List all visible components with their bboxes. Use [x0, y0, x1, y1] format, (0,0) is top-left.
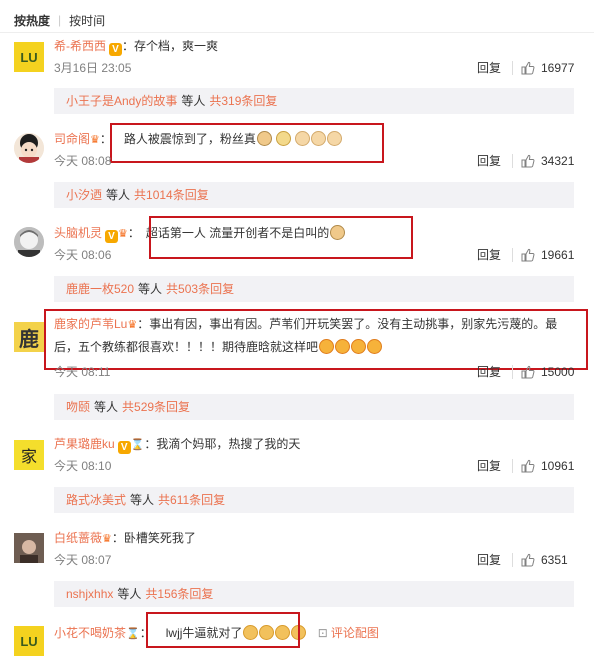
- highlight-box: [44, 309, 588, 370]
- avatar[interactable]: LU: [14, 42, 44, 72]
- username-link[interactable]: 司命阁: [54, 132, 90, 146]
- replies-count-link[interactable]: 共611条回复: [158, 493, 225, 507]
- avatar[interactable]: 家: [14, 440, 44, 470]
- thumbs-up-icon: [521, 459, 535, 473]
- reply-user-link[interactable]: 吻颐: [66, 400, 90, 414]
- reply-user-link[interactable]: 小汐迺: [66, 188, 102, 202]
- sort-tabs: 按热度 | 按时间: [14, 10, 105, 30]
- sort-by-hot-tab[interactable]: 按热度: [14, 12, 50, 29]
- replies-summary[interactable]: 鹿鹿一枚520 等人 共503条回复: [54, 276, 574, 302]
- thumbs-up-icon: [521, 248, 535, 262]
- reply-user-link[interactable]: 路式冰美式: [66, 493, 126, 507]
- comment-text: 我滴个妈耶，热搜了我的天: [156, 437, 301, 451]
- like-count: 34321: [541, 154, 575, 168]
- comment-line: 芦果璐鹿ku V ⌛：我滴个妈耶，热搜了我的天: [54, 437, 301, 454]
- comment-time: 今天 08:06: [54, 248, 112, 262]
- like-count: 16977: [541, 61, 575, 75]
- avatar[interactable]: [14, 533, 44, 563]
- reply-button[interactable]: 回复: [477, 364, 501, 380]
- crown-badge-icon: ♛: [102, 533, 112, 545]
- like-button[interactable]: 19661: [521, 247, 574, 263]
- divider: [512, 154, 513, 168]
- comment-time: 今天 08:10: [54, 459, 112, 473]
- highlight-box: [110, 123, 384, 163]
- comment-time: 今天 08:07: [54, 553, 112, 567]
- highlight-box: [146, 612, 300, 648]
- replies-summary[interactable]: 小汐迺 等人 共1014条回复: [54, 182, 574, 208]
- like-button[interactable]: 6351: [521, 552, 568, 568]
- hourglass-badge-icon: ⌛: [130, 439, 145, 451]
- like-button[interactable]: 34321: [521, 153, 574, 169]
- sort-by-time-tab[interactable]: 按时间: [69, 12, 105, 29]
- avatar-image: [14, 133, 44, 163]
- like-button[interactable]: 16977: [521, 60, 574, 76]
- replies-summary[interactable]: 吻颐 等人 共529条回复: [54, 394, 574, 420]
- comment-time: 今天 08:11: [54, 365, 111, 379]
- like-button[interactable]: 10961: [521, 458, 574, 474]
- avatar[interactable]: 鹿: [14, 322, 44, 352]
- avatar[interactable]: [14, 133, 44, 163]
- username-link[interactable]: 头脑机灵: [54, 226, 102, 240]
- avatar[interactable]: LU: [14, 626, 44, 656]
- username-link[interactable]: 芦果璐鹿ku: [54, 437, 115, 451]
- username-link[interactable]: 小花不喝奶茶: [54, 626, 126, 640]
- reply-button[interactable]: 回复: [477, 153, 501, 169]
- divider: [512, 365, 513, 379]
- divider: [512, 459, 513, 473]
- verified-v-icon: V: [109, 43, 122, 56]
- reply-button[interactable]: 回复: [477, 247, 501, 263]
- verified-v-icon: V: [117, 441, 131, 454]
- replies-summary[interactable]: nshjxhhx 等人 共156条回复: [54, 581, 574, 607]
- avatar-image: [14, 227, 44, 257]
- reply-user-link[interactable]: nshjxhhx: [66, 587, 113, 601]
- replies-count-link[interactable]: 共529条回复: [122, 400, 190, 414]
- comment-text: 存个档，爽一爽: [134, 39, 219, 53]
- like-count: 19661: [541, 248, 575, 262]
- comment-text: 卧槽笑死我了: [123, 531, 196, 545]
- username-link[interactable]: 白纸蔷薇: [54, 531, 102, 545]
- avatar-image: [14, 533, 44, 563]
- hourglass-badge-icon: ⌛: [126, 628, 140, 640]
- replies-count-link[interactable]: 共1014条回复: [134, 188, 209, 202]
- verified-v-icon: V: [105, 230, 119, 243]
- thumbs-up-icon: [521, 553, 535, 567]
- divider: [512, 248, 513, 262]
- reply-button[interactable]: 回复: [477, 60, 501, 76]
- divider: [512, 553, 513, 567]
- reply-user-link[interactable]: 小王子是Andy的故事: [66, 94, 177, 108]
- crown-badge-icon: ♛: [90, 134, 100, 146]
- replies-count-link[interactable]: 共156条回复: [145, 587, 213, 601]
- replies-count-link[interactable]: 共503条回复: [166, 282, 234, 296]
- comment-line: 白纸蔷薇♛：卧槽笑死我了: [54, 531, 196, 545]
- image-icon: ⊡: [317, 626, 328, 640]
- like-count: 15000: [541, 365, 575, 379]
- comment-line: 希-希西西 V ：存个档，爽一爽: [54, 39, 219, 56]
- divider: [0, 32, 594, 33]
- replies-summary[interactable]: 路式冰美式 等人 共611条回复: [54, 487, 574, 513]
- divider: [512, 61, 513, 75]
- comment-image-link[interactable]: 评论配图: [331, 626, 379, 640]
- thumbs-up-icon: [521, 61, 535, 75]
- like-count: 6351: [541, 553, 568, 567]
- reply-user-link[interactable]: 鹿鹿一枚520: [66, 282, 134, 296]
- tab-separator: |: [58, 13, 62, 27]
- avatar[interactable]: [14, 227, 44, 257]
- thumbs-up-icon: [521, 154, 535, 168]
- like-button[interactable]: 15000: [521, 364, 574, 380]
- comment-time: 今天 08:08: [54, 154, 112, 168]
- thumbs-up-icon: [521, 365, 535, 379]
- replies-count-link[interactable]: 共319条回复: [209, 94, 277, 108]
- highlight-box: [149, 216, 413, 259]
- username-link[interactable]: 希-希西西: [54, 39, 106, 53]
- crown-badge-icon: ♛: [118, 228, 128, 240]
- like-count: 10961: [541, 459, 575, 473]
- reply-button[interactable]: 回复: [477, 458, 501, 474]
- replies-summary[interactable]: 小王子是Andy的故事 等人 共319条回复: [54, 88, 574, 114]
- reply-button[interactable]: 回复: [477, 552, 501, 568]
- comment-time: 3月16日 23:05: [54, 61, 132, 75]
